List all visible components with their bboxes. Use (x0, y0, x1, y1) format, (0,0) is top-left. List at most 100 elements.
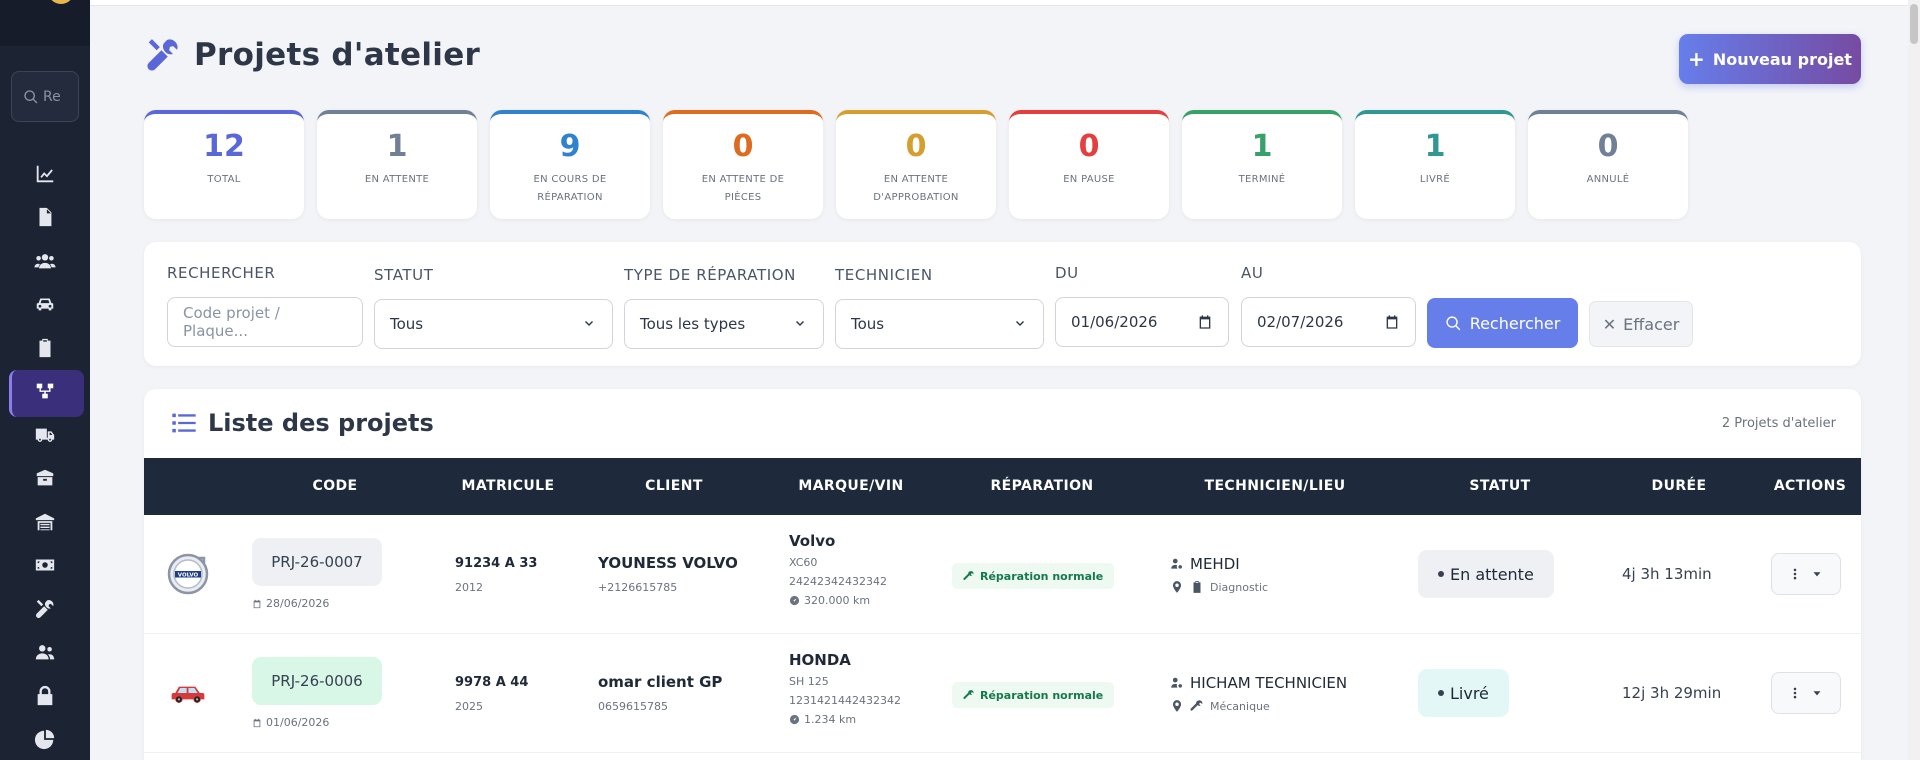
stat-card-termine[interactable]: 1 TERMINÉ (1182, 110, 1342, 219)
box-icon (36, 470, 54, 486)
calendar-icon[interactable] (1197, 314, 1213, 330)
column-header-repair[interactable]: RÉPARATION (990, 478, 1093, 494)
technician-cell: MEHDI Diagnostic (1170, 555, 1268, 594)
column-header-code[interactable]: CODE (313, 478, 358, 494)
date-to-input[interactable]: 02/07/2026 (1241, 297, 1416, 347)
date-to-value: 02/07/2026 (1257, 313, 1344, 331)
repair-type-badge: Réparation normale (952, 563, 1115, 589)
vehicle-mileage: 1.234 km (789, 713, 901, 726)
mileage-text: 320.000 km (804, 594, 871, 607)
sidebar-search-input[interactable]: Re (11, 71, 79, 122)
date-from-value: 01/06/2026 (1071, 313, 1158, 331)
repair-type-badge: Réparation normale (952, 682, 1115, 708)
status-text: En attente (1450, 564, 1534, 584)
sidebar-item-workflow[interactable] (0, 369, 90, 416)
wrench-icon (1190, 700, 1203, 711)
stat-card-livre[interactable]: 1 LIVRÉ (1355, 110, 1515, 219)
duration: 12j 3h 29min (1622, 684, 1722, 702)
stat-card-total[interactable]: 12 TOTAL (144, 110, 304, 219)
user-cog-icon (1171, 558, 1182, 569)
location-pin-icon (1172, 581, 1182, 593)
clear-button[interactable]: ✕ Effacer (1589, 301, 1693, 347)
stat-value: 0 (905, 129, 927, 164)
stat-card-en-attente[interactable]: 1 EN ATTENTE (317, 110, 477, 219)
technician-name: MEHDI (1190, 555, 1240, 573)
column-header-technician[interactable]: TECHNICIEN/LIEU (1205, 478, 1346, 494)
stat-value: 1 (386, 129, 408, 164)
sidebar-header (0, 0, 90, 46)
list-title-text: Liste des projets (208, 409, 434, 437)
row-actions-button[interactable] (1771, 672, 1841, 714)
sidebar-item-stock[interactable] (0, 457, 90, 501)
column-header-duration[interactable]: DURÉE (1652, 478, 1707, 494)
search-button-label: Rechercher (1469, 313, 1561, 333)
sidebar-item-documents[interactable] (0, 196, 90, 240)
repair-type-text: Réparation normale (980, 569, 1104, 583)
stat-label: EN COURS DE RÉPARATION (533, 174, 607, 203)
sidebar-item-users[interactable] (0, 631, 90, 675)
sidebar-item-warehouse[interactable] (0, 500, 90, 544)
sidebar-item-security[interactable] (0, 674, 90, 718)
page-title: Projets d'atelier (144, 36, 480, 74)
calendar-icon[interactable] (1384, 314, 1400, 330)
stat-value: 12 (203, 129, 245, 164)
project-code-badge[interactable]: PRJ-26-0007 (252, 538, 382, 586)
column-header-matricule[interactable]: MATRICULE (462, 478, 555, 494)
stat-card-en-cours[interactable]: 9 EN COURS DE RÉPARATION (490, 110, 650, 219)
repair-type-value: Tous les types (640, 315, 746, 333)
technician-value: Tous (851, 315, 885, 333)
stat-card-annule[interactable]: 0 ANNULÉ (1528, 110, 1688, 219)
new-project-button[interactable]: + Nouveau projet (1679, 34, 1861, 84)
column-header-status[interactable]: STATUT (1469, 478, 1530, 494)
search-button[interactable]: Rechercher (1427, 298, 1578, 348)
status-badge: En attente (1418, 550, 1554, 598)
sidebar-item-clients[interactable] (0, 239, 90, 283)
vehicle-vin: 1231421442432342 (789, 694, 901, 707)
repair-type-select[interactable]: Tous les types (624, 299, 824, 349)
sidebar-item-tools[interactable] (0, 587, 90, 631)
sidebar-item-vehicles[interactable] (0, 283, 90, 327)
project-list-panel: Liste des projets 2 Projets d'atelier CO… (144, 389, 1861, 760)
vehicle-brand: HONDA (789, 651, 851, 669)
sidebar-item-tasks[interactable] (0, 326, 90, 370)
scrollbar-thumb[interactable] (1910, 4, 1918, 44)
date-to-label: AU (1241, 264, 1264, 282)
column-header-client[interactable]: CLIENT (645, 478, 703, 494)
client-name[interactable]: omar client GP (598, 673, 722, 691)
status-text: Livré (1450, 683, 1489, 703)
status-dot (1438, 571, 1444, 577)
list-title: Liste des projets (170, 409, 434, 437)
duration: 4j 3h 13min (1622, 565, 1712, 583)
technician-select[interactable]: Tous (835, 299, 1044, 349)
table-row[interactable]: VOLVO PRJ-26-0007 28/06/2026 91234 A 33 … (144, 515, 1861, 634)
sidebar-item-reports[interactable] (0, 718, 90, 760)
status-select[interactable]: Tous (374, 299, 613, 349)
tools-icon (35, 599, 54, 618)
sidebar-item-delivery[interactable] (0, 413, 90, 457)
search-input[interactable]: Code projet / Plaque... (167, 297, 363, 347)
close-icon: ✕ (1602, 314, 1617, 334)
stat-card-attente-approbation[interactable]: 0 EN ATTENTE D'APPROBATION (836, 110, 996, 219)
row-actions-button[interactable] (1771, 553, 1841, 595)
client-name[interactable]: YOUNESS VOLVO (598, 554, 738, 572)
status-badge: Livré (1418, 669, 1509, 717)
chart-line-icon (36, 165, 54, 182)
sidebar-search-placeholder: Re (43, 88, 61, 105)
project-date: 01/06/2026 (252, 716, 329, 729)
date-from-input[interactable]: 01/06/2026 (1055, 297, 1229, 347)
project-code-badge[interactable]: PRJ-26-0006 (252, 657, 382, 705)
list-icon (172, 413, 196, 433)
stat-card-attente-pieces[interactable]: 0 EN ATTENTE DE PIÈCES (663, 110, 823, 219)
table-row[interactable]: PRJ-26-0006 01/06/2026 9978 A 44 2025 om… (144, 634, 1861, 753)
sidebar-item-dashboard[interactable] (0, 152, 90, 196)
stat-label: TOTAL (207, 174, 241, 185)
workflow-icon (36, 383, 54, 399)
work-location: Diagnostic (1210, 580, 1269, 594)
vehicle-year: 2012 (455, 581, 483, 594)
stat-label: TERMINÉ (1238, 174, 1286, 185)
sidebar-item-finance[interactable] (0, 544, 90, 588)
page-scrollbar[interactable] (1908, 0, 1920, 760)
column-header-brand-vin[interactable]: MARQUE/VIN (798, 478, 903, 494)
stat-card-en-pause[interactable]: 0 EN PAUSE (1009, 110, 1169, 219)
avatar[interactable] (48, 0, 74, 4)
